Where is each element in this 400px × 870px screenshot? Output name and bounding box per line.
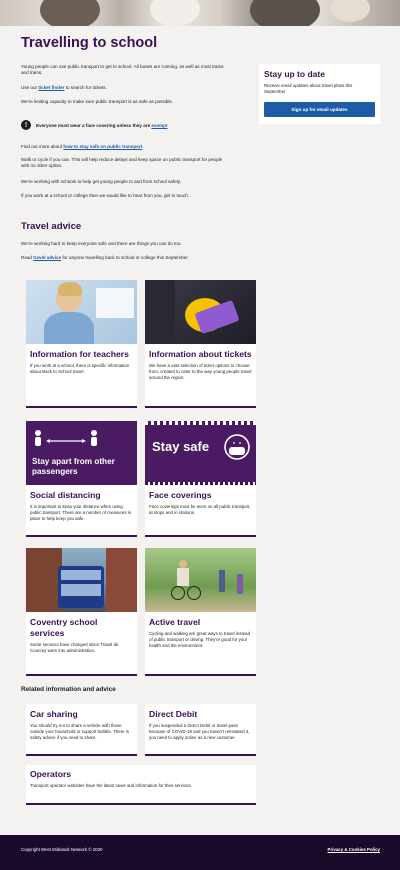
card-title: Information for teachers bbox=[30, 349, 129, 359]
page-title: Travelling to school bbox=[21, 35, 158, 51]
signup-title: Stay up to date bbox=[264, 69, 325, 79]
footer: Copyright West Midlands Network © 2020 P… bbox=[0, 835, 400, 870]
card-car-sharing[interactable]: Car sharing You should try not to share … bbox=[26, 704, 137, 756]
capacity-paragraph: We're limiting capacity to make sure pub… bbox=[21, 99, 174, 104]
travel-advice-paragraph: We're working hard to keep everyone safe… bbox=[21, 241, 182, 246]
card-active-travel[interactable]: Active travel Cycling and walking are gr… bbox=[145, 548, 256, 676]
bus-photo bbox=[26, 548, 137, 612]
face-mask-icon bbox=[224, 434, 250, 460]
walk-cycle-paragraph: Walk or cycle if you can. This will help… bbox=[21, 157, 223, 169]
warning-icon: ! bbox=[21, 120, 31, 130]
travel-advice-link[interactable]: travel advice bbox=[33, 255, 61, 260]
stay-safe-link[interactable]: how to stay safe on public transport bbox=[63, 144, 142, 149]
stay-safe-paragraph: Find out more about how to stay safe on … bbox=[21, 144, 144, 149]
card-text: You should try not to share a vehicle wi… bbox=[30, 723, 130, 741]
email-signup-box: Stay up to date Receive email updates ab… bbox=[259, 64, 380, 124]
card-tickets[interactable]: Information about tickets We have a vast… bbox=[145, 280, 256, 408]
hero-image bbox=[0, 0, 400, 26]
card-social-distancing[interactable]: Stay apart from other passengers Social … bbox=[26, 421, 137, 537]
schools-paragraph: We're working with schools to help get y… bbox=[21, 179, 182, 184]
card-teachers[interactable]: Information for teachers If you work at … bbox=[26, 280, 137, 408]
face-covering-banner: Stay safe bbox=[145, 421, 256, 485]
card-text: It is important to keep your distance wh… bbox=[30, 504, 132, 522]
privacy-policy-link[interactable]: Privacy & Cookies Policy bbox=[328, 847, 380, 852]
card-title: Face coverings bbox=[149, 490, 212, 500]
related-heading: Related information and advice bbox=[21, 686, 116, 693]
card-title: Coventry school services bbox=[30, 617, 98, 638]
banner-text: Stay safe bbox=[152, 439, 210, 454]
copyright-text: Copyright West Midlands Network © 2020 bbox=[21, 847, 103, 852]
exempt-link[interactable]: exempt bbox=[151, 123, 167, 128]
card-text: Some services have changed since Travel … bbox=[30, 642, 119, 654]
signup-text: Receive email updates about travel plans… bbox=[264, 83, 353, 94]
card-title: Direct Debit bbox=[149, 709, 198, 719]
card-title: Operators bbox=[30, 769, 72, 779]
banner-text: Stay apart from other passengers bbox=[32, 457, 115, 476]
card-coventry-services[interactable]: Coventry school services Some services h… bbox=[26, 548, 137, 676]
ticket-finder-paragraph: Use our ticket finder to search for tick… bbox=[21, 85, 107, 90]
card-face-coverings[interactable]: Stay safe Face coverings Face coverings … bbox=[145, 421, 256, 537]
card-title: Active travel bbox=[149, 617, 201, 627]
travel-advice-heading: Travel advice bbox=[21, 221, 82, 232]
card-text: If you suspended a Direct Debit or trave… bbox=[149, 723, 250, 741]
teacher-photo bbox=[26, 280, 137, 344]
card-text: We have a vast selection of ticket optio… bbox=[149, 363, 252, 381]
cycling-photo bbox=[145, 548, 256, 612]
signup-button[interactable]: Sign up for email updates bbox=[264, 102, 375, 117]
card-title: Social distancing bbox=[30, 490, 101, 500]
face-covering-notice: ! Everyone must wear a face covering unl… bbox=[21, 119, 241, 131]
ticket-photo bbox=[145, 280, 256, 344]
card-title: Car sharing bbox=[30, 709, 78, 719]
card-text: Cycling and walking are great ways to tr… bbox=[149, 631, 251, 649]
intro-paragraph: Young people can use public transport to… bbox=[21, 64, 224, 76]
card-operators[interactable]: Operators Transport operator websites ha… bbox=[26, 765, 256, 805]
card-text: Transport operator websites have the lat… bbox=[30, 783, 192, 788]
card-text: If you work at a school, there is specif… bbox=[30, 363, 130, 375]
travel-advice-link-paragraph: Read travel advice for anyone travelling… bbox=[21, 255, 189, 260]
card-direct-debit[interactable]: Direct Debit If you suspended a Direct D… bbox=[145, 704, 256, 756]
get-in-touch-paragraph: If you work at a school or college then … bbox=[21, 193, 190, 198]
distancing-banner: Stay apart from other passengers bbox=[26, 421, 137, 485]
card-title: Information about tickets bbox=[149, 349, 252, 359]
ticket-finder-link[interactable]: ticket finder bbox=[38, 85, 64, 90]
card-text: Face coverings must be worn on all publi… bbox=[149, 504, 251, 516]
